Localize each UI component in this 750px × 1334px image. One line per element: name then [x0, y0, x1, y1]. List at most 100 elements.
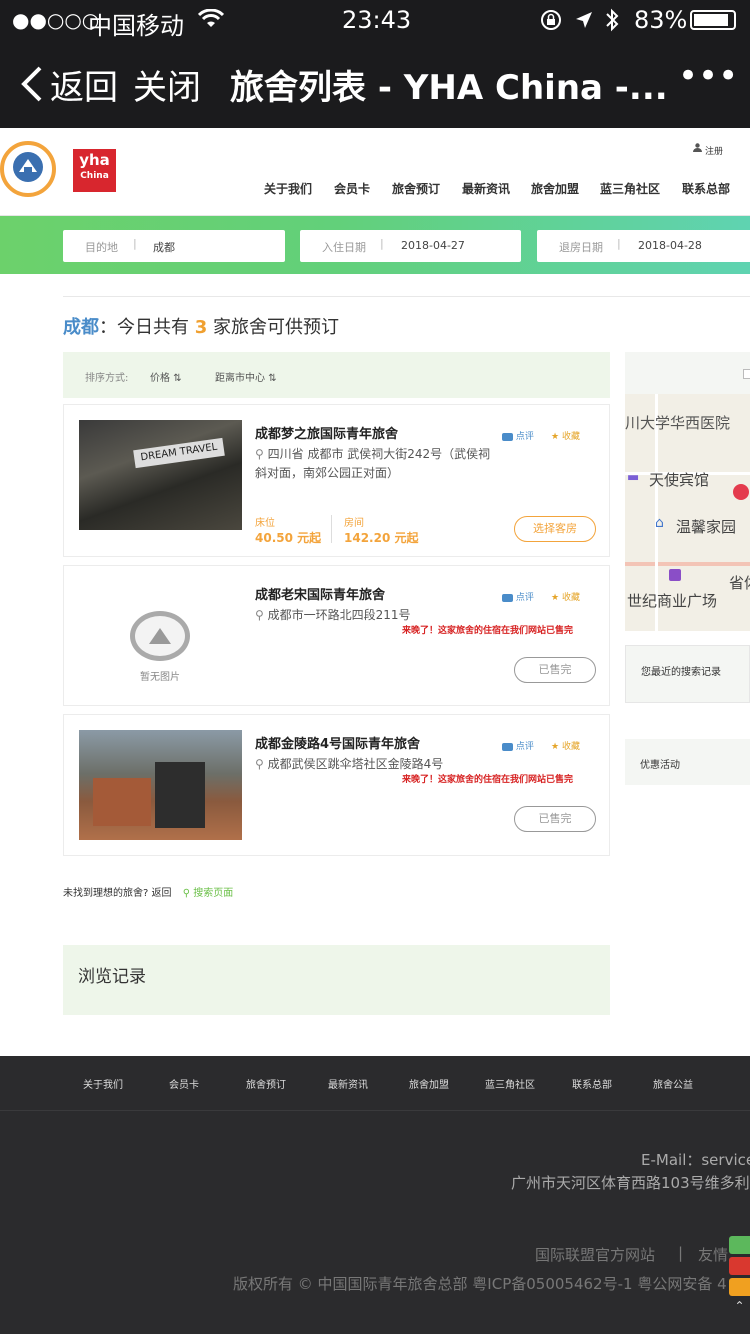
footer-email[interactable]: E-Mail：service — [641, 1149, 750, 1170]
location-icon — [576, 12, 592, 28]
footer-link-membership[interactable]: 会员卡 — [169, 1076, 199, 1091]
hostel-card[interactable]: DREAM TRAVEL 成都梦之旅国际青年旅舍 ⚲ 四川省 成都市 武侯祠大街… — [63, 404, 610, 557]
chat-share-icon[interactable] — [729, 1278, 750, 1296]
select-room-button[interactable]: 选择客房 — [514, 516, 596, 542]
footer-friends-link[interactable]: 友情 — [698, 1244, 728, 1265]
carrier-label: 中国移动 — [88, 12, 184, 40]
summary-city: 成都 — [63, 317, 99, 338]
footer-divider: | — [678, 1244, 684, 1262]
close-button[interactable]: 关闭 — [133, 60, 201, 109]
search-page-link[interactable]: 搜索页面 — [193, 888, 233, 899]
star-icon: ★ — [551, 742, 560, 752]
hostel-name[interactable]: 成都老宋国际青年旅舍 — [255, 584, 385, 603]
footer-link-charity[interactable]: 旅舍公益 — [653, 1076, 693, 1091]
battery-icon — [690, 10, 736, 30]
hostel-address-text: 成都市一环路北四段211号 — [267, 608, 411, 622]
room-price-value: 142.20 元起 — [344, 531, 419, 545]
wechat-share-icon[interactable] — [729, 1236, 750, 1254]
review-link[interactable]: 点评 — [502, 590, 534, 603]
map-panel[interactable]: 川大学华西医院 ▬ 天使宾馆 ⌂ 温馨家园 省体 世纪商业广场 — [625, 352, 750, 631]
favorite-link[interactable]: ★ 收藏 — [551, 429, 580, 442]
pin-icon: ⚲ — [255, 447, 264, 461]
destination-label: 目的地 — [85, 241, 118, 254]
checkout-value: 2018-04-28 — [638, 239, 702, 252]
review-label: 点评 — [515, 593, 534, 603]
map-label: 世纪商业广场 — [627, 592, 718, 610]
map-road — [625, 562, 750, 566]
more-menu-button[interactable]: ••• — [678, 56, 738, 96]
back-to-top-icon[interactable]: ⌃ — [729, 1299, 750, 1317]
pin-icon: ⚲ — [255, 608, 264, 622]
register-link[interactable]: 注册 — [705, 144, 723, 157]
menu-franchise[interactable]: 旅舍加盟 — [531, 180, 579, 197]
hostel-photo[interactable] — [79, 730, 242, 840]
footer-link-franchise[interactable]: 旅舍加盟 — [409, 1076, 449, 1091]
menu-contact[interactable]: 联系总部 — [682, 180, 730, 197]
bed-price: 床位 40.50 元起 — [255, 514, 321, 546]
sort-arrow-icon: ⇅ — [173, 373, 182, 384]
summary-suffix: 家旅舍可供预订 — [213, 317, 339, 338]
sold-out-button[interactable]: 已售完 — [514, 806, 596, 832]
summary-prefix: ：今日共有 — [99, 317, 189, 338]
checkin-field[interactable]: 入住日期 | 2018-04-27 — [300, 230, 521, 262]
hostel-name[interactable]: 成都金陵路4号国际青年旅舍 — [255, 733, 420, 752]
sold-out-note: 来晚了！这家旅舍的住宿在我们网站已售完 — [402, 626, 574, 636]
shop-pin-icon — [669, 569, 681, 581]
footer-address: 广州市天河区体育西路103号维多利 — [511, 1174, 750, 1192]
favorite-label: 收藏 — [561, 593, 580, 603]
price-divider — [331, 515, 332, 543]
weibo-share-icon[interactable] — [729, 1257, 750, 1275]
map-checkbox[interactable] — [743, 369, 750, 379]
favorite-label: 收藏 — [561, 432, 580, 442]
hostel-name[interactable]: 成都梦之旅国际青年旅舍 — [255, 423, 398, 442]
sold-out-note: 来晚了！这家旅舍的住宿在我们网站已售完 — [402, 775, 574, 785]
sort-distance[interactable]: 距离市中心 ⇅ — [215, 369, 277, 384]
footer-link-booking[interactable]: 旅舍预订 — [246, 1076, 286, 1091]
menu-booking[interactable]: 旅舍预订 — [392, 180, 440, 197]
signal-indicator: ●●○○○ — [12, 8, 100, 32]
back-chevron-icon[interactable] — [20, 66, 44, 102]
star-icon: ★ — [551, 432, 560, 442]
footer-link-contact[interactable]: 联系总部 — [572, 1076, 612, 1091]
footer-nav: 关于我们 会员卡 旅舍预订 最新资讯 旅舍加盟 蓝三角社区 联系总部 旅舍公益 — [0, 1056, 750, 1111]
menu-news[interactable]: 最新资讯 — [462, 180, 510, 197]
comment-icon — [502, 593, 513, 602]
map-header — [625, 352, 750, 394]
menu-community[interactable]: 蓝三角社区 — [600, 180, 660, 197]
footer-copyright: 版权所有 © 中国国际青年旅舍总部 粤ICP备05005462号-1 粤公网安备… — [233, 1275, 727, 1293]
destination-field[interactable]: 目的地 | 成都 — [63, 230, 285, 262]
brick-wall — [93, 778, 151, 826]
divider — [63, 296, 750, 297]
sort-price-label: 价格 — [150, 373, 170, 384]
yha-china-logo[interactable]: yha China — [73, 149, 116, 192]
footer-link-about[interactable]: 关于我们 — [83, 1076, 123, 1091]
menu-about[interactable]: 关于我们 — [264, 180, 312, 197]
not-found-text: 未找到理想的旅舍? 返回 — [63, 888, 172, 899]
menu-membership[interactable]: 会员卡 — [334, 180, 370, 197]
promotion-panel[interactable]: 优惠活动 — [625, 739, 750, 785]
no-image-label: 暂无图片 — [140, 672, 180, 683]
sold-out-button[interactable]: 已售完 — [514, 657, 596, 683]
back-button[interactable]: 返回 — [50, 60, 118, 109]
hostelling-logo[interactable] — [0, 141, 56, 197]
review-link[interactable]: 点评 — [502, 739, 534, 752]
hostel-photo[interactable]: DREAM TRAVEL — [79, 420, 242, 530]
hostel-card[interactable]: 暂无图片 成都老宋国际青年旅舍 ⚲ 成都市一环路北四段211号 点评 ★ 收藏 … — [63, 565, 610, 706]
page-title: 旅舍列表 - YHA China -... — [230, 68, 668, 108]
checkout-field[interactable]: 退房日期 | 2018-04-28 — [537, 230, 750, 262]
favorite-link[interactable]: ★ 收藏 — [551, 590, 580, 603]
footer-link-community[interactable]: 蓝三角社区 — [485, 1076, 535, 1091]
sort-label: 排序方式: — [85, 373, 129, 384]
favorite-link[interactable]: ★ 收藏 — [551, 739, 580, 752]
hotel-pin-icon: ▬ — [627, 470, 640, 485]
review-link[interactable]: 点评 — [502, 429, 534, 442]
recent-search-panel[interactable]: 您最近的搜索记录 — [625, 645, 750, 703]
comment-icon — [502, 742, 513, 751]
map-marker-icon — [733, 484, 749, 500]
user-icon — [693, 143, 702, 152]
sort-price[interactable]: 价格 ⇅ — [150, 369, 182, 384]
hostel-card[interactable]: 成都金陵路4号国际青年旅舍 ⚲ 成都武侯区跳伞塔社区金陵路4号 点评 ★ 收藏 … — [63, 714, 610, 856]
footer-intl-link[interactable]: 国际联盟官方网站 — [535, 1244, 655, 1265]
footer-link-news[interactable]: 最新资讯 — [328, 1076, 368, 1091]
browser-nav-bar: 返回 关闭 旅舍列表 - YHA China -... ••• — [0, 40, 750, 128]
